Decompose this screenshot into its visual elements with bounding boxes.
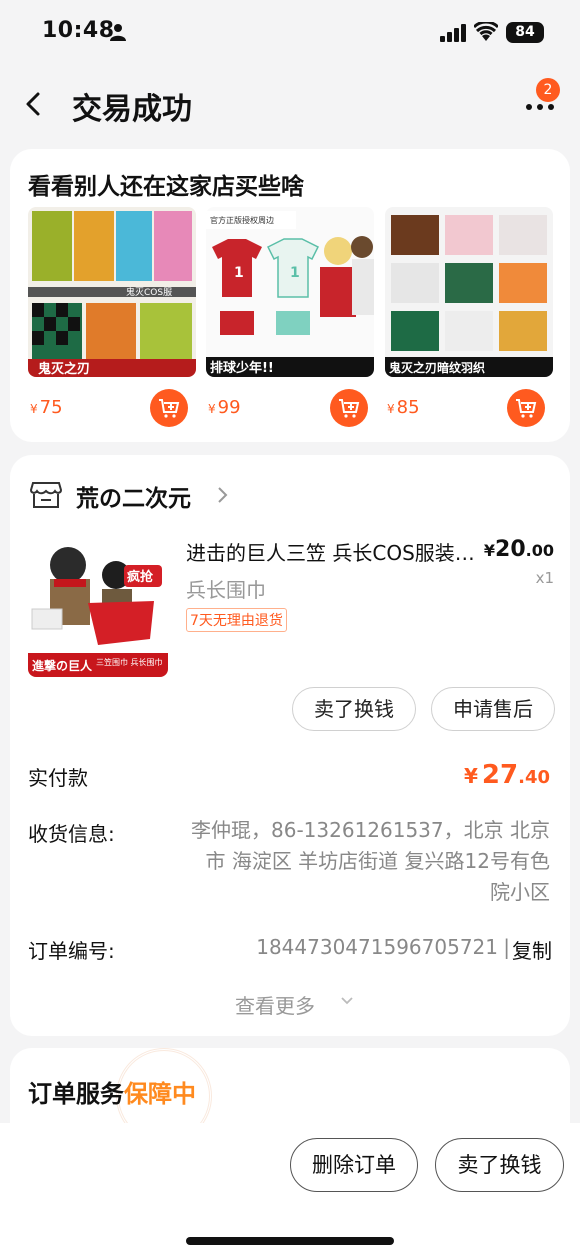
add-to-cart-button[interactable] bbox=[150, 389, 188, 427]
haori-set-image: 鬼灭之刃暗纹羽织 bbox=[385, 207, 553, 377]
back-arrow-icon[interactable] bbox=[22, 90, 46, 118]
battery-indicator: 84 bbox=[506, 22, 544, 43]
product-label: 官方正版授权周边 bbox=[210, 215, 274, 225]
order-number-label: 订单编号: bbox=[28, 939, 115, 963]
cart-plus-icon bbox=[159, 399, 180, 418]
shipping-address: 李仲琨，86-13261261537，北京 北京市 海淀区 羊坊店街道 复兴路1… bbox=[191, 818, 550, 904]
paid-amount: ¥27.40 bbox=[464, 760, 550, 790]
notification-badge: 2 bbox=[536, 78, 560, 102]
recommend-title: 看看别人还在这家店买些啥 bbox=[28, 174, 304, 200]
sell-for-cash-button[interactable]: 卖了换钱 bbox=[435, 1138, 564, 1192]
home-indicator bbox=[186, 1237, 394, 1245]
paid-label: 实付款 bbox=[28, 766, 88, 790]
delete-order-button[interactable]: 删除订单 bbox=[290, 1138, 418, 1192]
shop-recommend-card: 看看别人还在这家店买些啥 鬼灭COS服 鬼灭之刃 官方正版授权周边 1 1 排球… bbox=[10, 149, 570, 442]
wifi-icon bbox=[474, 22, 498, 41]
kimono-set-image: 鬼灭COS服 鬼灭之刃 bbox=[28, 207, 196, 377]
person-icon bbox=[110, 24, 126, 41]
status-time: 10:48 bbox=[42, 18, 115, 43]
sell-for-cash-button[interactable]: 卖了换钱 bbox=[292, 687, 416, 731]
image-banner: 進撃の巨人 bbox=[32, 658, 93, 673]
image-banner: 鬼灭之刃暗纹羽织 bbox=[389, 360, 485, 375]
product-price: ¥20.00 bbox=[483, 537, 554, 562]
product-title[interactable]: 进击的巨人三笠 兵长COS服装围巾 bbox=[186, 537, 476, 566]
order-number: 1844730471596705721 bbox=[256, 935, 498, 959]
product-label: 鬼灭COS服 bbox=[126, 286, 172, 298]
svg-text:1: 1 bbox=[290, 265, 300, 281]
add-to-cart-button[interactable] bbox=[330, 389, 368, 427]
signal-icon bbox=[440, 24, 466, 42]
chevron-down-icon[interactable] bbox=[340, 996, 354, 1006]
image-banner: 排球少年!! bbox=[210, 360, 274, 376]
volleyball-uniform-image: 官方正版授权周边 1 1 排球少年!! bbox=[206, 207, 374, 377]
chevron-right-icon[interactable] bbox=[216, 485, 230, 505]
image-promo-tag: 疯抢 bbox=[127, 569, 154, 585]
attack-on-titan-scarf-image: 疯抢 進撃の巨人 三笠围巾 兵长围巾 bbox=[28, 535, 168, 677]
see-more-link[interactable]: 查看更多 bbox=[235, 990, 315, 1019]
product-spec: 兵长围巾 bbox=[186, 578, 266, 602]
divider: | bbox=[503, 935, 510, 959]
address-label: 收货信息: bbox=[28, 822, 115, 846]
image-subtitle: 三笠围巾 兵长围巾 bbox=[96, 657, 163, 667]
return-policy-tag: 7天无理由退货 bbox=[186, 608, 287, 632]
recommend-item-image[interactable]: 官方正版授权周边 1 1 排球少年!! bbox=[206, 207, 374, 377]
order-card: 荒の二次元 疯抢 進撃の巨人 三笠围巾 兵长围巾 进击的巨人三笠 兵长COS服装… bbox=[10, 455, 570, 1036]
bottom-action-bar: 删除订单 卖了换钱 bbox=[0, 1123, 580, 1255]
more-dots-icon bbox=[526, 104, 554, 110]
service-title: 订单服务保障中 bbox=[28, 1080, 196, 1108]
svg-text:1: 1 bbox=[234, 265, 244, 281]
product-image[interactable]: 疯抢 進撃の巨人 三笠围巾 兵长围巾 bbox=[28, 535, 168, 677]
image-banner: 鬼灭之刃 bbox=[38, 361, 90, 377]
recommend-price: ¥99 bbox=[208, 397, 241, 418]
recommend-item-image[interactable]: 鬼灭COS服 鬼灭之刃 bbox=[28, 207, 196, 377]
request-after-sale-button[interactable]: 申请售后 bbox=[431, 687, 555, 731]
cart-plus-icon bbox=[516, 399, 537, 418]
product-quantity: x1 bbox=[535, 569, 554, 587]
recommend-price: ¥85 bbox=[387, 397, 420, 418]
recommend-price: ¥75 bbox=[30, 397, 63, 418]
shop-name[interactable]: 荒の二次元 bbox=[76, 479, 191, 513]
page-title: 交易成功 bbox=[72, 92, 192, 127]
cart-plus-icon bbox=[339, 399, 360, 418]
add-to-cart-button[interactable] bbox=[507, 389, 545, 427]
status-bar: 10:48 84 bbox=[0, 0, 580, 64]
recommend-item-image[interactable]: 鬼灭之刃暗纹羽织 bbox=[385, 207, 553, 377]
copy-order-number-button[interactable]: 复制 bbox=[512, 935, 552, 964]
shop-icon bbox=[30, 482, 62, 508]
